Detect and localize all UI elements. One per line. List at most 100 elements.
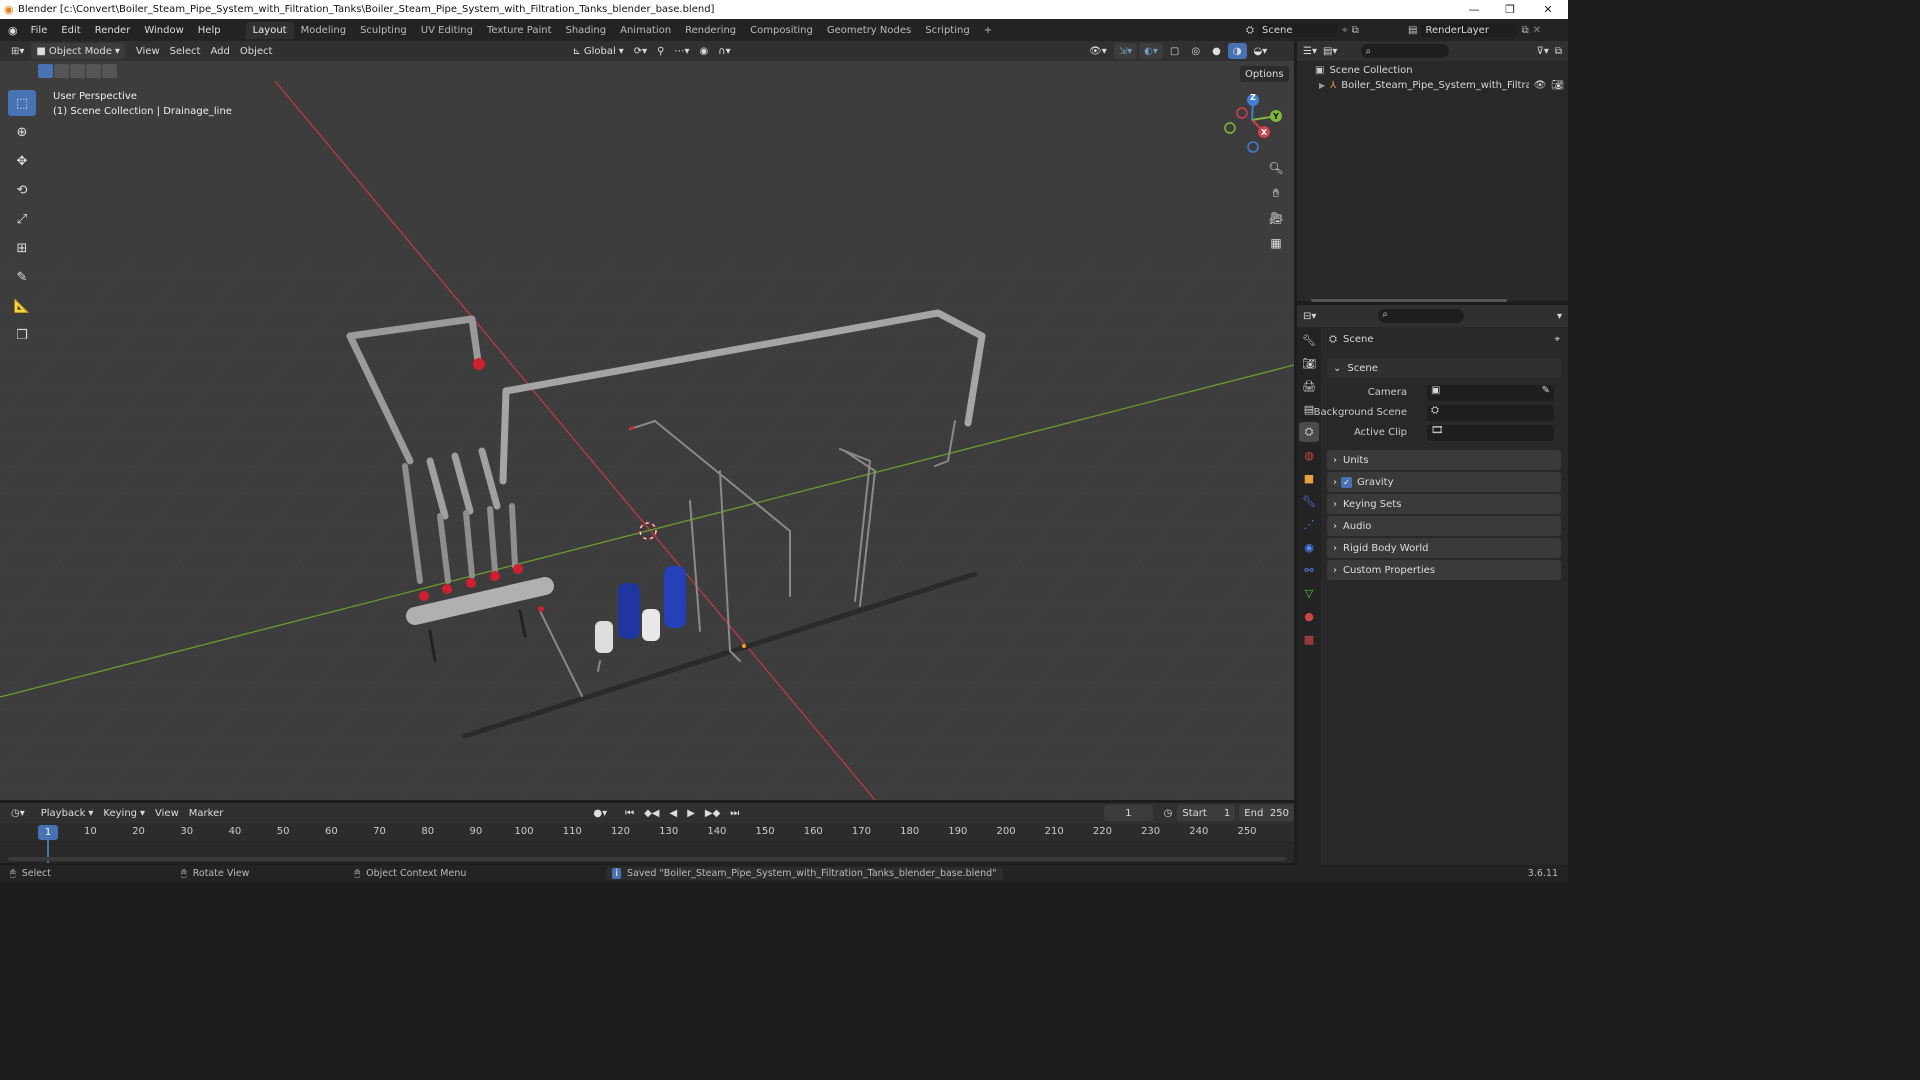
menu-file[interactable]: File	[24, 25, 55, 36]
rendered-shading-icon[interactable]: ◒▾	[1249, 43, 1273, 59]
render-camera-icon[interactable]: 📷︎	[1551, 80, 1564, 91]
info-report[interactable]: i Saved "Boiler_Steam_Pipe_System_with_F…	[606, 867, 1003, 880]
solid-shading-icon[interactable]: ●	[1207, 43, 1226, 59]
start-frame-field[interactable]: Start 1	[1177, 805, 1236, 821]
pivot-point-icon[interactable]: ⟳▾	[629, 43, 652, 59]
workspace-tab-compositing[interactable]: Compositing	[743, 22, 820, 39]
timeline[interactable]: 1102030405060708090100110120130140150160…	[0, 823, 1294, 863]
scene-selector[interactable]: ⛭ Scene ⌖ ⧉	[1246, 21, 1396, 39]
transform-orientation-selector[interactable]: ⊾ Global ▾	[567, 43, 628, 59]
view-layer-selector[interactable]: ▤ RenderLayer ⧉ ✕	[1408, 21, 1568, 39]
remove-view-layer-icon[interactable]: ✕	[1533, 25, 1541, 36]
tool-tab-icon[interactable]: 🔧︎	[1299, 330, 1319, 350]
rigid-body-world-panel[interactable]: › Rigid Body World	[1327, 538, 1561, 558]
select-subtract-icon[interactable]	[70, 64, 85, 78]
menu-edit[interactable]: Edit	[54, 25, 87, 36]
physics-tab-icon[interactable]: ◉	[1299, 537, 1319, 557]
select-new-icon[interactable]	[38, 64, 53, 78]
viewport-menu-view[interactable]: View	[131, 43, 165, 59]
material-shading-icon[interactable]: ◑	[1227, 43, 1247, 59]
outliner-row-object[interactable]: ▶ ⅄ Boiler_Steam_Pipe_System_with_Filtra…	[1319, 80, 1564, 91]
eyedropper-icon[interactable]: ✎	[1542, 385, 1554, 396]
preview-range-icon[interactable]: ◷	[1159, 805, 1178, 821]
workspace-tab-modeling[interactable]: Modeling	[294, 22, 354, 39]
auto-keying-icon[interactable]: ●▾	[588, 805, 612, 821]
select-box-tool-icon[interactable]: ⬚	[8, 90, 36, 116]
3d-viewport[interactable]	[0, 61, 1294, 800]
maximize-button[interactable]: ❐	[1492, 0, 1528, 19]
viewport-menu-select[interactable]: Select	[165, 43, 206, 59]
camera-field[interactable]: ▣ ✎	[1427, 385, 1554, 401]
transform-tool-icon[interactable]: ⊞	[8, 235, 36, 261]
wireframe-shading-icon[interactable]: ◎	[1186, 43, 1205, 59]
outliner-search-field[interactable]: ⌕	[1361, 44, 1450, 58]
timeline-editor-icon[interactable]: ◷▾	[6, 805, 30, 821]
constraints-tab-icon[interactable]: ⚯	[1299, 560, 1319, 580]
filter-icon[interactable]: ⊽▾	[1537, 46, 1549, 57]
mode-selector[interactable]: ■ Object Mode ▾	[31, 43, 125, 59]
custom-properties-panel[interactable]: › Custom Properties	[1327, 560, 1561, 580]
scale-tool-icon[interactable]: ⤢	[8, 206, 36, 232]
xray-icon[interactable]: ▢	[1165, 43, 1184, 59]
gizmos-icon[interactable]: ⇲▾	[1113, 43, 1138, 59]
annotate-tool-icon[interactable]: ✎	[8, 264, 36, 290]
new-view-layer-icon[interactable]: ⧉	[1521, 25, 1528, 36]
timeline-menu-view[interactable]: View	[150, 805, 184, 821]
new-scene-icon[interactable]: ⧉	[1352, 25, 1359, 36]
object-tab-icon[interactable]: ■	[1299, 468, 1319, 488]
blender-menu-icon[interactable]: ◉	[0, 24, 24, 37]
workspace-tab-sculpting[interactable]: Sculpting	[353, 22, 414, 39]
timeline-menu-marker[interactable]: Marker	[184, 805, 229, 821]
active-clip-field[interactable]: 🎞︎	[1427, 425, 1554, 441]
gravity-panel[interactable]: › ✓ Gravity	[1327, 472, 1561, 492]
gravity-checkbox[interactable]: ✓	[1341, 476, 1352, 488]
zoom-icon[interactable]: 🔍︎	[1265, 157, 1287, 179]
workspace-tab-rendering[interactable]: Rendering	[678, 22, 743, 39]
add-cube-tool-icon[interactable]: ❒	[8, 322, 36, 348]
workspace-tab-texture-paint[interactable]: Texture Paint	[480, 22, 559, 39]
render-tab-icon[interactable]: 📷︎	[1299, 353, 1319, 373]
properties-search-field[interactable]: ⌕	[1378, 309, 1465, 323]
cursor-tool-icon[interactable]: ⊕	[8, 119, 36, 145]
menu-render[interactable]: Render	[88, 25, 138, 36]
menu-help[interactable]: Help	[191, 25, 228, 36]
snap-icon[interactable]: ⚲	[652, 43, 669, 59]
background-scene-field[interactable]: ⛭	[1427, 405, 1554, 421]
play-reverse-icon[interactable]: ◀	[664, 805, 682, 821]
units-panel[interactable]: › Units	[1327, 450, 1561, 470]
viewport-menu-object[interactable]: Object	[235, 43, 278, 59]
pin-icon[interactable]: ⌖	[1342, 25, 1348, 36]
end-frame-field[interactable]: End 250	[1239, 805, 1294, 821]
expand-arrow-icon[interactable]: ▶	[1319, 81, 1325, 90]
select-invert-icon[interactable]	[86, 64, 101, 78]
jump-start-icon[interactable]: ⏮	[620, 805, 639, 821]
workspace-tab-geometry-nodes[interactable]: Geometry Nodes	[820, 22, 918, 39]
modifier-tab-icon[interactable]: 🔧︎	[1299, 491, 1319, 511]
properties-editor-icon[interactable]: ⊟▾	[1303, 311, 1316, 322]
play-icon[interactable]: ▶	[682, 805, 700, 821]
next-keyframe-icon[interactable]: ▶◆	[700, 805, 725, 821]
timeline-menu-playback[interactable]: Playback ▾	[36, 805, 99, 821]
current-frame-field[interactable]: 1	[1104, 805, 1153, 821]
menu-window[interactable]: Window	[137, 25, 190, 36]
prev-keyframe-icon[interactable]: ◆◀	[639, 805, 664, 821]
snap-target-icon[interactable]: ⋯▾	[670, 43, 695, 59]
select-extend-icon[interactable]	[54, 64, 69, 78]
workspace-tab-shading[interactable]: Shading	[558, 22, 613, 39]
data-tab-icon[interactable]: ▽	[1299, 583, 1319, 603]
minimize-button[interactable]: —	[1456, 0, 1492, 19]
select-intersect-icon[interactable]	[102, 64, 117, 78]
falloff-icon[interactable]: ∩▾	[713, 43, 735, 59]
viewport-menu-add[interactable]: Add	[205, 43, 234, 59]
workspace-tab-layout[interactable]: Layout	[245, 21, 294, 39]
visibility-eye-icon[interactable]: 👁︎	[1534, 80, 1547, 91]
overlays-icon[interactable]: ◐▾	[1139, 43, 1163, 59]
display-mode-icon[interactable]: ▤▾	[1323, 46, 1337, 57]
measure-tool-icon[interactable]: 📐	[8, 293, 36, 319]
viewport-scene[interactable]	[0, 61, 1294, 800]
workspace-tab-uv-editing[interactable]: UV Editing	[414, 22, 480, 39]
camera-view-icon[interactable]: 🎥︎	[1265, 207, 1287, 229]
options-button[interactable]: Options	[1240, 66, 1289, 82]
texture-tab-icon[interactable]: ▩	[1299, 629, 1319, 649]
visibility-icon[interactable]: 👁▾	[1084, 43, 1112, 59]
